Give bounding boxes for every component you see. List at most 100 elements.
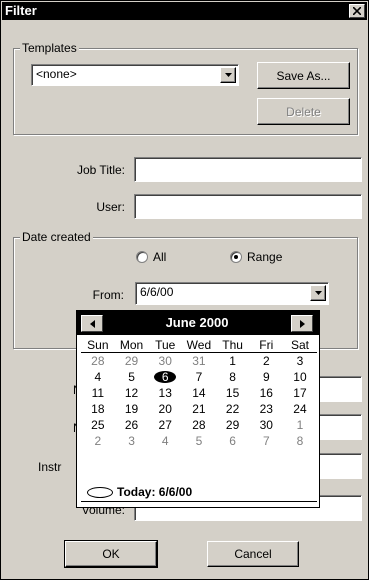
cancel-button[interactable]: Cancel [207, 541, 299, 567]
calendar-day[interactable]: 5 [115, 369, 149, 385]
calendar-day[interactable]: 26 [115, 417, 149, 433]
calendar-day-number: 6 [161, 370, 169, 384]
calendar-day[interactable]: 3 [115, 433, 149, 449]
from-date-value: 6/6/00 [140, 285, 174, 299]
calendar-day-number: 1 [296, 418, 304, 432]
calendar-day-number: 3 [128, 434, 135, 448]
close-button[interactable] [349, 4, 365, 18]
calendar-day[interactable]: 13 [148, 385, 182, 401]
calendar-day[interactable]: 5 [182, 433, 216, 449]
calendar-day[interactable]: 27 [148, 417, 182, 433]
calendar-week-row: 4 5 6 7 8 9 10 [81, 369, 317, 385]
calendar-day[interactable]: 30 [148, 353, 182, 369]
chevron-right-icon [299, 319, 305, 328]
calendar-header: June 2000 [77, 311, 319, 335]
chevron-left-icon [89, 319, 95, 328]
calendar-day[interactable]: 2 [249, 353, 283, 369]
calendar-day-selected[interactable]: 6 [148, 369, 182, 385]
calendar-day-number: 27 [158, 418, 172, 432]
today-label: Today: 6/6/00 [117, 485, 193, 499]
calendar-day[interactable]: 4 [148, 433, 182, 449]
calendar-day[interactable]: 14 [182, 385, 216, 401]
calendar-day[interactable]: 15 [216, 385, 250, 401]
calendar-day[interactable]: 21 [182, 401, 216, 417]
job-title-field[interactable] [134, 157, 362, 182]
save-as-label: Save As... [276, 68, 331, 83]
user-label: User: [96, 200, 125, 214]
calendar-day[interactable]: 4 [81, 369, 115, 385]
calendar-day[interactable]: 28 [81, 353, 115, 369]
calendar-week-row: 11 12 13 14 15 16 17 [81, 385, 317, 401]
calendar-day[interactable]: 19 [115, 401, 149, 417]
next-month-button[interactable] [291, 315, 313, 332]
calendar-day[interactable]: 6 [216, 433, 250, 449]
previous-month-button[interactable] [81, 315, 103, 332]
calendar-day[interactable]: 3 [283, 353, 317, 369]
calendar-week-row: 25 26 27 28 29 30 1 [81, 417, 317, 433]
radio-all-label: All [153, 250, 167, 264]
weekday-label: Sun [87, 338, 109, 352]
calendar-weekday-header: Sun Mon Tue Wed Thu Fri Sat [81, 337, 317, 353]
calendar-day[interactable]: 20 [148, 401, 182, 417]
calendar-day-number: 17 [293, 386, 307, 400]
templates-group-label: Templates [20, 41, 79, 55]
ok-button[interactable]: OK [64, 540, 158, 568]
templates-dropdown-button[interactable] [220, 67, 236, 83]
delete-button[interactable]: Delete [257, 98, 350, 125]
calendar-day[interactable]: 11 [81, 385, 115, 401]
calendar-day-number: 4 [94, 370, 102, 384]
calendar-day[interactable]: 8 [283, 433, 317, 449]
calendar-day[interactable]: 1 [283, 417, 317, 433]
calendar-day[interactable]: 7 [182, 369, 216, 385]
calendar-day[interactable]: 31 [182, 353, 216, 369]
calendar-day[interactable]: 12 [115, 385, 149, 401]
calendar-day[interactable]: 16 [249, 385, 283, 401]
calendar-day[interactable]: 29 [115, 353, 149, 369]
calendar-day-number: 7 [262, 434, 270, 448]
calendar-day-number: 15 [225, 386, 240, 400]
job-title-label: Job Title: [76, 163, 125, 177]
calendar-day[interactable]: 29 [216, 417, 250, 433]
radio-range[interactable]: Range [230, 250, 282, 264]
calendar-day-number: 30 [158, 354, 172, 368]
calendar-day-number: 14 [192, 386, 206, 400]
user-field[interactable] [134, 194, 362, 219]
from-date-dropdown-button[interactable] [310, 285, 326, 301]
calendar-day-number: 20 [158, 402, 172, 416]
calendar-day[interactable]: 22 [216, 401, 250, 417]
from-label: From: [92, 288, 124, 302]
calendar-day-number: 6 [229, 434, 236, 448]
calendar-day[interactable]: 2 [81, 433, 115, 449]
calendar-day-number: 5 [128, 370, 135, 384]
calendar-day[interactable]: 25 [81, 417, 115, 433]
calendar-day-number: 16 [259, 386, 273, 400]
calendar-day-number: 25 [91, 418, 105, 432]
from-date-field[interactable]: 6/6/00 [135, 282, 329, 305]
calendar-day[interactable]: 7 [249, 433, 283, 449]
calendar-day[interactable]: 18 [81, 401, 115, 417]
calendar-day[interactable]: 9 [249, 369, 283, 385]
calendar-day[interactable]: 17 [283, 385, 317, 401]
calendar-day-number: 30 [259, 418, 273, 432]
calendar-day-number: 3 [296, 354, 304, 368]
calendar-day[interactable]: 1 [216, 353, 250, 369]
calendar-day[interactable]: 23 [249, 401, 283, 417]
close-icon [353, 7, 361, 15]
templates-select[interactable]: <none> [31, 64, 239, 86]
window-title: Filter [5, 3, 37, 18]
save-as-button[interactable]: Save As... [257, 62, 350, 89]
radio-all[interactable]: All [136, 250, 166, 264]
title-bar: Filter [2, 2, 367, 20]
calendar-day[interactable]: 28 [182, 417, 216, 433]
calendar-day-number: 5 [195, 434, 203, 448]
calendar-day[interactable]: 10 [283, 369, 317, 385]
calendar-day-number: 11 [91, 386, 105, 400]
partial-label-3: Instr [38, 460, 62, 474]
today-link[interactable]: Today: 6/6/00 [87, 485, 192, 499]
calendar-day-number: 8 [229, 370, 236, 384]
calendar-day-number: 29 [124, 354, 139, 368]
calendar-day[interactable]: 8 [216, 369, 250, 385]
calendar-day-number: 19 [124, 402, 139, 416]
calendar-day[interactable]: 30 [249, 417, 283, 433]
calendar-day[interactable]: 24 [283, 401, 317, 417]
